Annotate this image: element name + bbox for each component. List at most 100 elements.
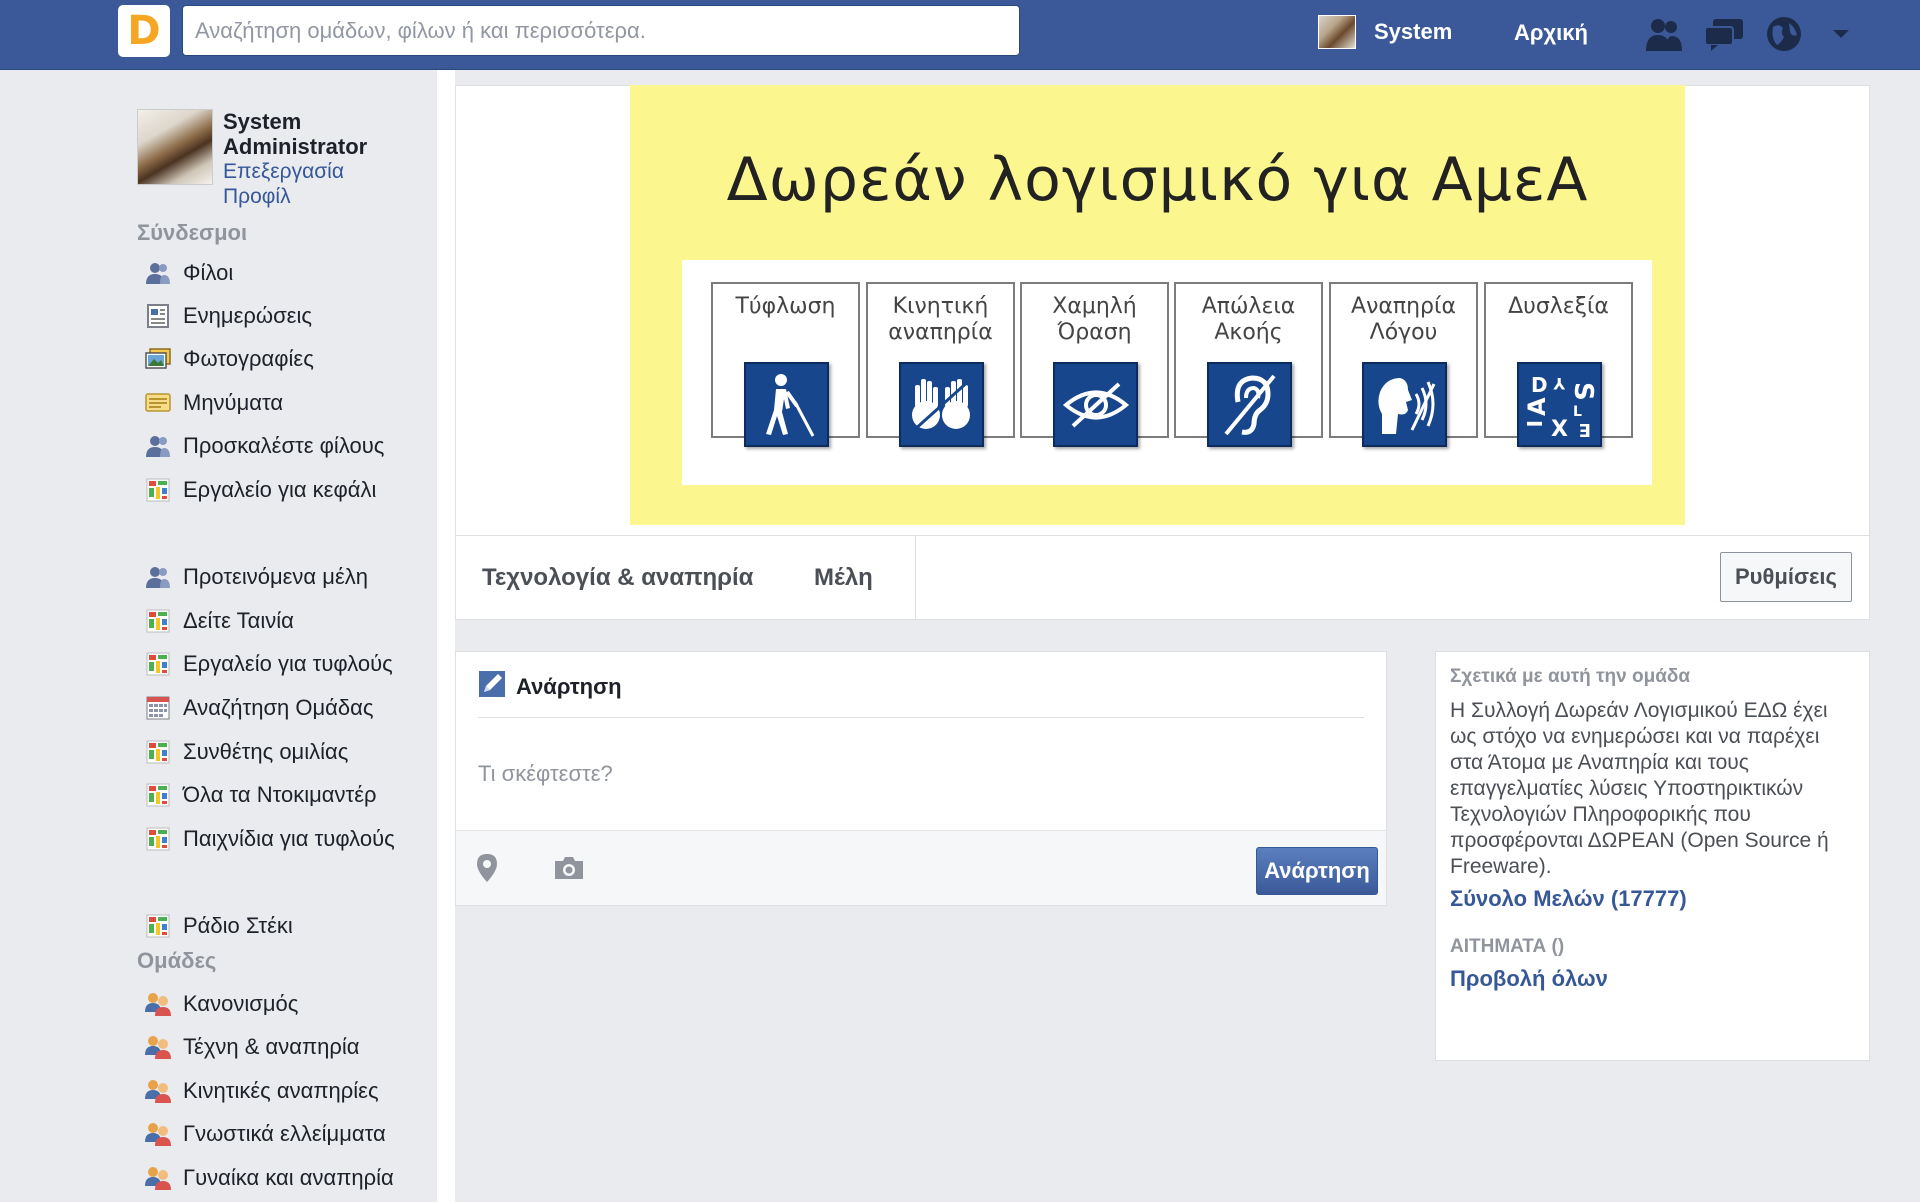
sidebar-item-label: Φίλοι	[183, 260, 234, 285]
sidebar-item-watch-movie[interactable]: Δείτε Ταινία	[145, 605, 294, 637]
cover-title: Δωρεάν λογισμικό για ΑμεΑ	[726, 145, 1589, 215]
sidebar-item-suggested-members[interactable]: Προτεινόμενα μέλη	[145, 561, 368, 593]
composer-header[interactable]: Ανάρτηση	[478, 670, 622, 703]
sidebar-item-head-tool[interactable]: Εργαλείο για κεφάλι	[145, 474, 376, 506]
status-input[interactable]	[478, 752, 1358, 796]
composer-footer: Ανάρτηση	[456, 830, 1386, 905]
group-settings-button[interactable]: Ρυθμίσεις	[1720, 552, 1852, 602]
top-user-link[interactable]: System	[1318, 15, 1452, 49]
friends-icon	[145, 260, 171, 286]
svg-text:Y: Y	[1553, 374, 1566, 393]
edit-profile-link[interactable]: Επεξεργασία Προφίλ	[223, 159, 353, 209]
tab-technology-disability[interactable]: Τεχνολογία & αναπηρία	[482, 564, 753, 592]
app-icon	[145, 608, 171, 634]
svg-text:X: X	[1551, 417, 1568, 440]
category-card-hearing-loss: Απώλεια Ακοής	[1174, 282, 1323, 447]
sidebar-item-speech-synthesizer[interactable]: Συνθέτης ομιλίας	[145, 736, 348, 768]
friends-icon[interactable]	[1642, 14, 1686, 54]
location-pin-icon[interactable]	[470, 851, 504, 885]
main-column-edge	[437, 70, 455, 1202]
sidebar-group-art-disability[interactable]: Τέχνη & αναπηρία	[145, 1031, 359, 1063]
app-icon	[145, 477, 171, 503]
group-icon	[145, 991, 171, 1017]
group-icon	[145, 1078, 171, 1104]
profile-summary: System Administrator Επεξεργασία Προφίλ	[137, 109, 393, 209]
sidebar-group-motor-disabilities[interactable]: Κινητικές αναπηρίες	[145, 1075, 379, 1107]
sidebar-item-label: Ράδιο Στέκι	[183, 913, 293, 938]
category-card-dyslexia: Δυσλεξία D Y S L E X I A	[1484, 282, 1633, 447]
sidebar-item-label: Συνθέτης ομιλίας	[183, 739, 349, 764]
sidebar-item-label: Όλα τα Ντοκιμαντέρ	[183, 782, 377, 807]
sidebar-item-label: Εργαλείο για τυφλούς	[183, 651, 393, 676]
category-card-speech-disability: Αναπηρία Λόγου	[1329, 282, 1478, 447]
requests-label: ΑΙΤΗΜΑΤΑ ()	[1450, 936, 1565, 957]
post-button[interactable]: Ανάρτηση	[1256, 847, 1378, 895]
suggested-members-icon	[145, 564, 171, 590]
sidebar-item-label: Γυναίκα και αναπηρία	[183, 1165, 394, 1190]
sidebar-item-group-search[interactable]: Αναζήτηση Ομάδας	[145, 692, 373, 724]
sidebar-item-radio[interactable]: Ράδιο Στέκι	[145, 910, 293, 942]
camera-icon[interactable]	[552, 851, 586, 885]
account-menu-chevron-icon[interactable]	[1826, 14, 1856, 54]
sidebar-item-label: Κινητικές αναπηρίες	[183, 1078, 379, 1103]
cover-photo[interactable]: Δωρεάν λογισμικό για ΑμεΑ Τύφλωση Κινητι…	[630, 85, 1685, 525]
sidebar-item-label: Προσκαλέστε φίλους	[183, 433, 385, 458]
sidebar-item-photos[interactable]: Φωτογραφίες	[145, 343, 314, 375]
group-icon	[145, 1034, 171, 1060]
svg-text:I: I	[1525, 420, 1546, 427]
messages-icon[interactable]	[1702, 14, 1746, 54]
site-logo[interactable]: D	[118, 5, 170, 57]
sidebar-item-label: Γνωστικά ελλείμματα	[183, 1121, 386, 1146]
invite-friends-icon	[145, 433, 171, 459]
sidebar-item-label: Μηνύματα	[183, 390, 284, 415]
sidebar-item-games-for-blind[interactable]: Παιχνίδια για τυφλούς	[145, 823, 395, 855]
search-input[interactable]	[182, 5, 1020, 56]
about-description: Η Συλλογή Δωρεάν Λογισμικού ΕΔΩ έχει ως …	[1450, 699, 1829, 878]
profile-picture[interactable]	[137, 109, 213, 185]
group-icon	[145, 1121, 171, 1147]
sidebar-item-label: Προτεινόμενα μέλη	[183, 564, 368, 589]
links-section-title: Σύνδεσμοι	[137, 220, 248, 245]
view-all-link[interactable]: Προβολή όλων	[1450, 966, 1608, 992]
post-composer: Ανάρτηση Ανάρτηση	[455, 651, 1387, 906]
composer-title: Ανάρτηση	[516, 673, 622, 699]
svg-text:D: D	[1531, 373, 1548, 397]
category-label: Αναπηρία Λόγου	[1351, 294, 1456, 345]
sidebar-item-friends[interactable]: Φίλοι	[145, 257, 233, 289]
photos-icon	[145, 346, 171, 372]
blind-person-icon	[744, 362, 829, 447]
calendar-grid-icon	[145, 695, 171, 721]
groups-section-title: Ομάδες	[137, 948, 217, 973]
logo-letter: D	[127, 8, 161, 54]
category-card-blindness: Τύφλωση	[711, 282, 860, 447]
sidebar-group-cognitive-deficits[interactable]: Γνωστικά ελλείμματα	[145, 1118, 386, 1150]
sidebar-item-tool-for-blind[interactable]: Εργαλείο για τυφλούς	[145, 648, 393, 680]
app-icon	[145, 739, 171, 765]
category-card-low-vision: Χαμηλή Όραση	[1020, 282, 1169, 447]
sidebar-item-all-documentaries[interactable]: Όλα τα Ντοκιμαντέρ	[145, 779, 377, 811]
about-title: Σχετικά με αυτή την ομάδα	[1450, 666, 1691, 687]
sidebar-item-label: Φωτογραφίες	[183, 346, 314, 371]
svg-text:L: L	[1573, 404, 1582, 420]
notifications-globe-icon[interactable]	[1762, 14, 1806, 54]
user-avatar	[1318, 15, 1356, 49]
sidebar-group-women-disability[interactable]: Γυναίκα και αναπηρία	[145, 1162, 394, 1194]
sidebar-item-label: Δείτε Ταινία	[183, 608, 294, 633]
profile-name[interactable]: System Administrator	[223, 109, 393, 159]
home-link[interactable]: Αρχική	[1514, 20, 1588, 46]
pencil-icon	[478, 670, 506, 703]
sidebar-item-news-feed[interactable]: Ενημερώσεις	[145, 300, 312, 332]
sidebar-item-label: Κανονισμός	[183, 991, 299, 1016]
sidebar-item-messages[interactable]: Μηνύματα	[145, 387, 283, 419]
sidebar-group-rules[interactable]: Κανονισμός	[145, 988, 298, 1020]
sidebar-item-label: Ενημερώσεις	[183, 303, 312, 328]
left-sidebar: System Administrator Επεξεργασία Προφίλ …	[0, 70, 437, 1202]
top-user-name[interactable]: System	[1374, 19, 1452, 45]
hearing-loss-ear-icon	[1207, 362, 1292, 447]
category-label: Τύφλωση	[735, 294, 836, 319]
app-icon	[145, 651, 171, 677]
total-members-link[interactable]: Σύνολο Μελών (17777)	[1450, 886, 1687, 912]
speech-disability-icon	[1362, 362, 1447, 447]
sidebar-item-invite-friends[interactable]: Προσκαλέστε φίλους	[145, 430, 384, 462]
tab-members[interactable]: Μέλη	[814, 564, 873, 592]
